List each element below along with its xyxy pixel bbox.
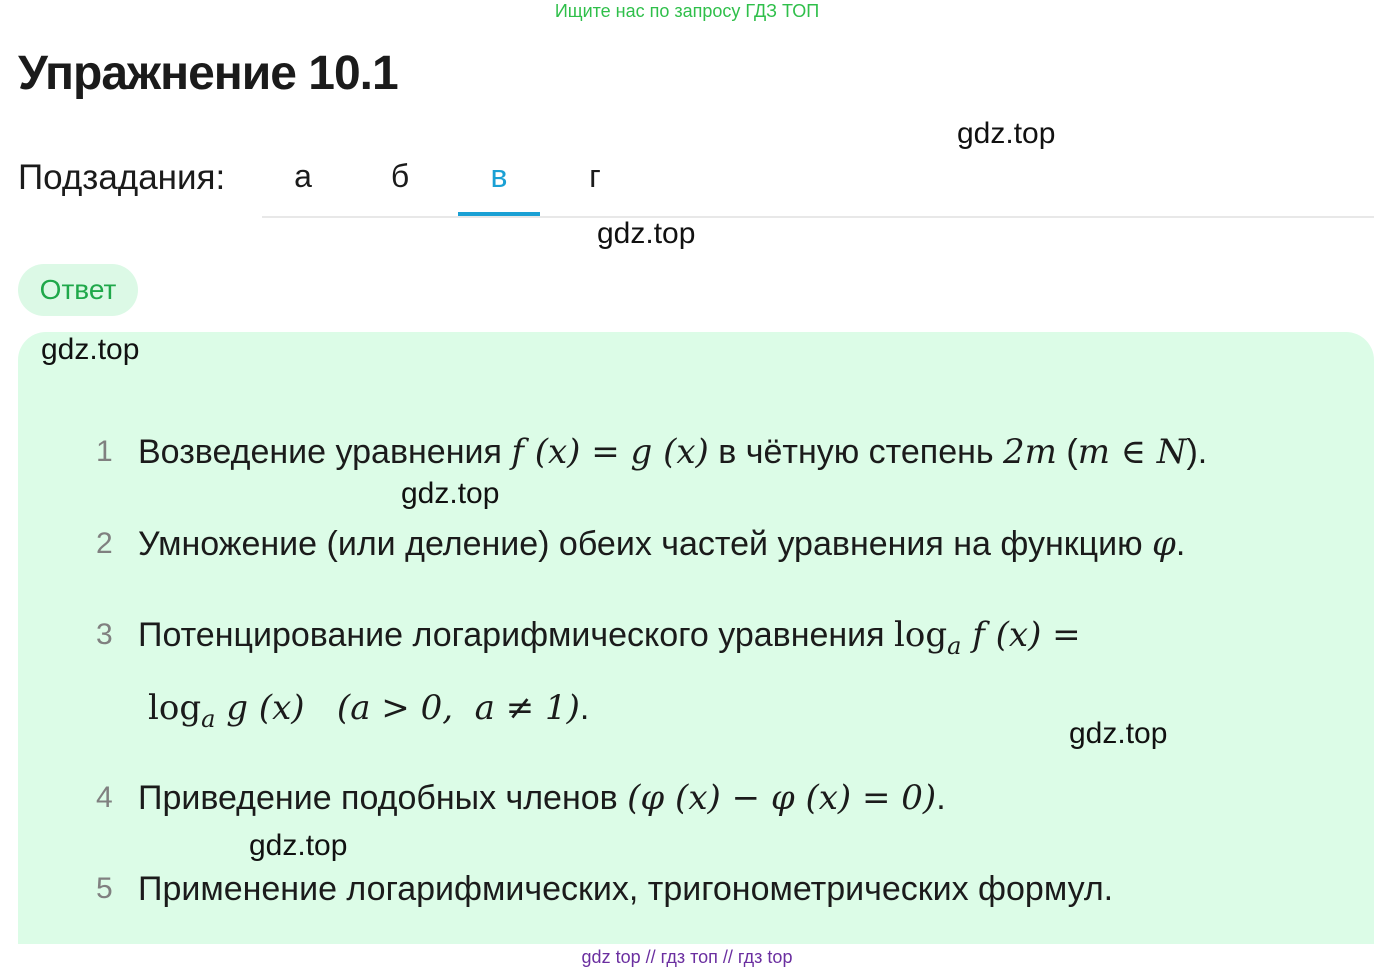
- item-text: Приведение подобных членов: [138, 779, 628, 817]
- item-text: (: [1056, 433, 1078, 471]
- tab-b[interactable]: б: [359, 150, 441, 214]
- watermark: gdz.top: [41, 333, 140, 366]
- watermark: gdz.top: [1069, 717, 1168, 750]
- subtask-tabs: а б в г: [262, 150, 1374, 218]
- item-number: 2: [96, 527, 113, 560]
- math-expression: m ∈ N: [1077, 432, 1187, 472]
- watermark: gdz.top: [597, 217, 696, 250]
- item-text: Применение логарифмических, тригонометри…: [138, 870, 1114, 908]
- item-number: 1: [96, 435, 113, 468]
- watermark: gdz.top: [957, 117, 1056, 150]
- math-subscript: a: [947, 631, 962, 660]
- item-text: в чётную степень: [708, 433, 1004, 471]
- item-text: Возведение уравнения: [138, 433, 512, 471]
- math-expression: f (x) = g (x): [511, 432, 709, 472]
- math-subscript: a: [201, 704, 216, 733]
- item-number: 5: [96, 872, 113, 905]
- item-number: 4: [96, 781, 113, 814]
- tab-g[interactable]: г: [554, 150, 636, 214]
- item-text: .: [1175, 525, 1186, 563]
- math-expression: log: [894, 615, 948, 655]
- answer-button[interactable]: Ответ: [18, 264, 138, 316]
- promo-banner[interactable]: Ищите нас по запросу ГДЗ ТОП: [0, 0, 1374, 22]
- item-text: Потенцирование логарифмического уравнени…: [138, 616, 895, 654]
- subtasks-label: Подзадания:: [18, 158, 226, 197]
- math-expression: 2m: [1003, 432, 1057, 472]
- item-text: .: [936, 779, 946, 817]
- answer-panel: gdz.top 1 Возведение уравнения f (x) = g…: [18, 332, 1374, 944]
- page-title: Упражнение 10.1: [18, 47, 399, 100]
- math-expression: g (x) (a > 0, a ≠ 1): [215, 688, 580, 728]
- watermark: gdz.top: [401, 477, 500, 510]
- tab-v[interactable]: в: [458, 150, 540, 216]
- item-number: 3: [96, 618, 113, 651]
- item-text: Умножение (или деление) обеих частей ура…: [138, 525, 1153, 563]
- math-expression: φ: [1152, 524, 1176, 564]
- tab-a[interactable]: а: [262, 150, 344, 214]
- watermark: gdz.top: [249, 829, 348, 862]
- math-expression: log: [148, 688, 202, 728]
- item-text: ).: [1186, 433, 1208, 471]
- math-expression: f (x) =: [961, 615, 1081, 655]
- math-expression: (φ (x) − φ (x) = 0): [627, 778, 937, 818]
- footer-links[interactable]: gdz top // гдз топ // гдз top: [0, 946, 1374, 968]
- item-text: .: [579, 689, 590, 727]
